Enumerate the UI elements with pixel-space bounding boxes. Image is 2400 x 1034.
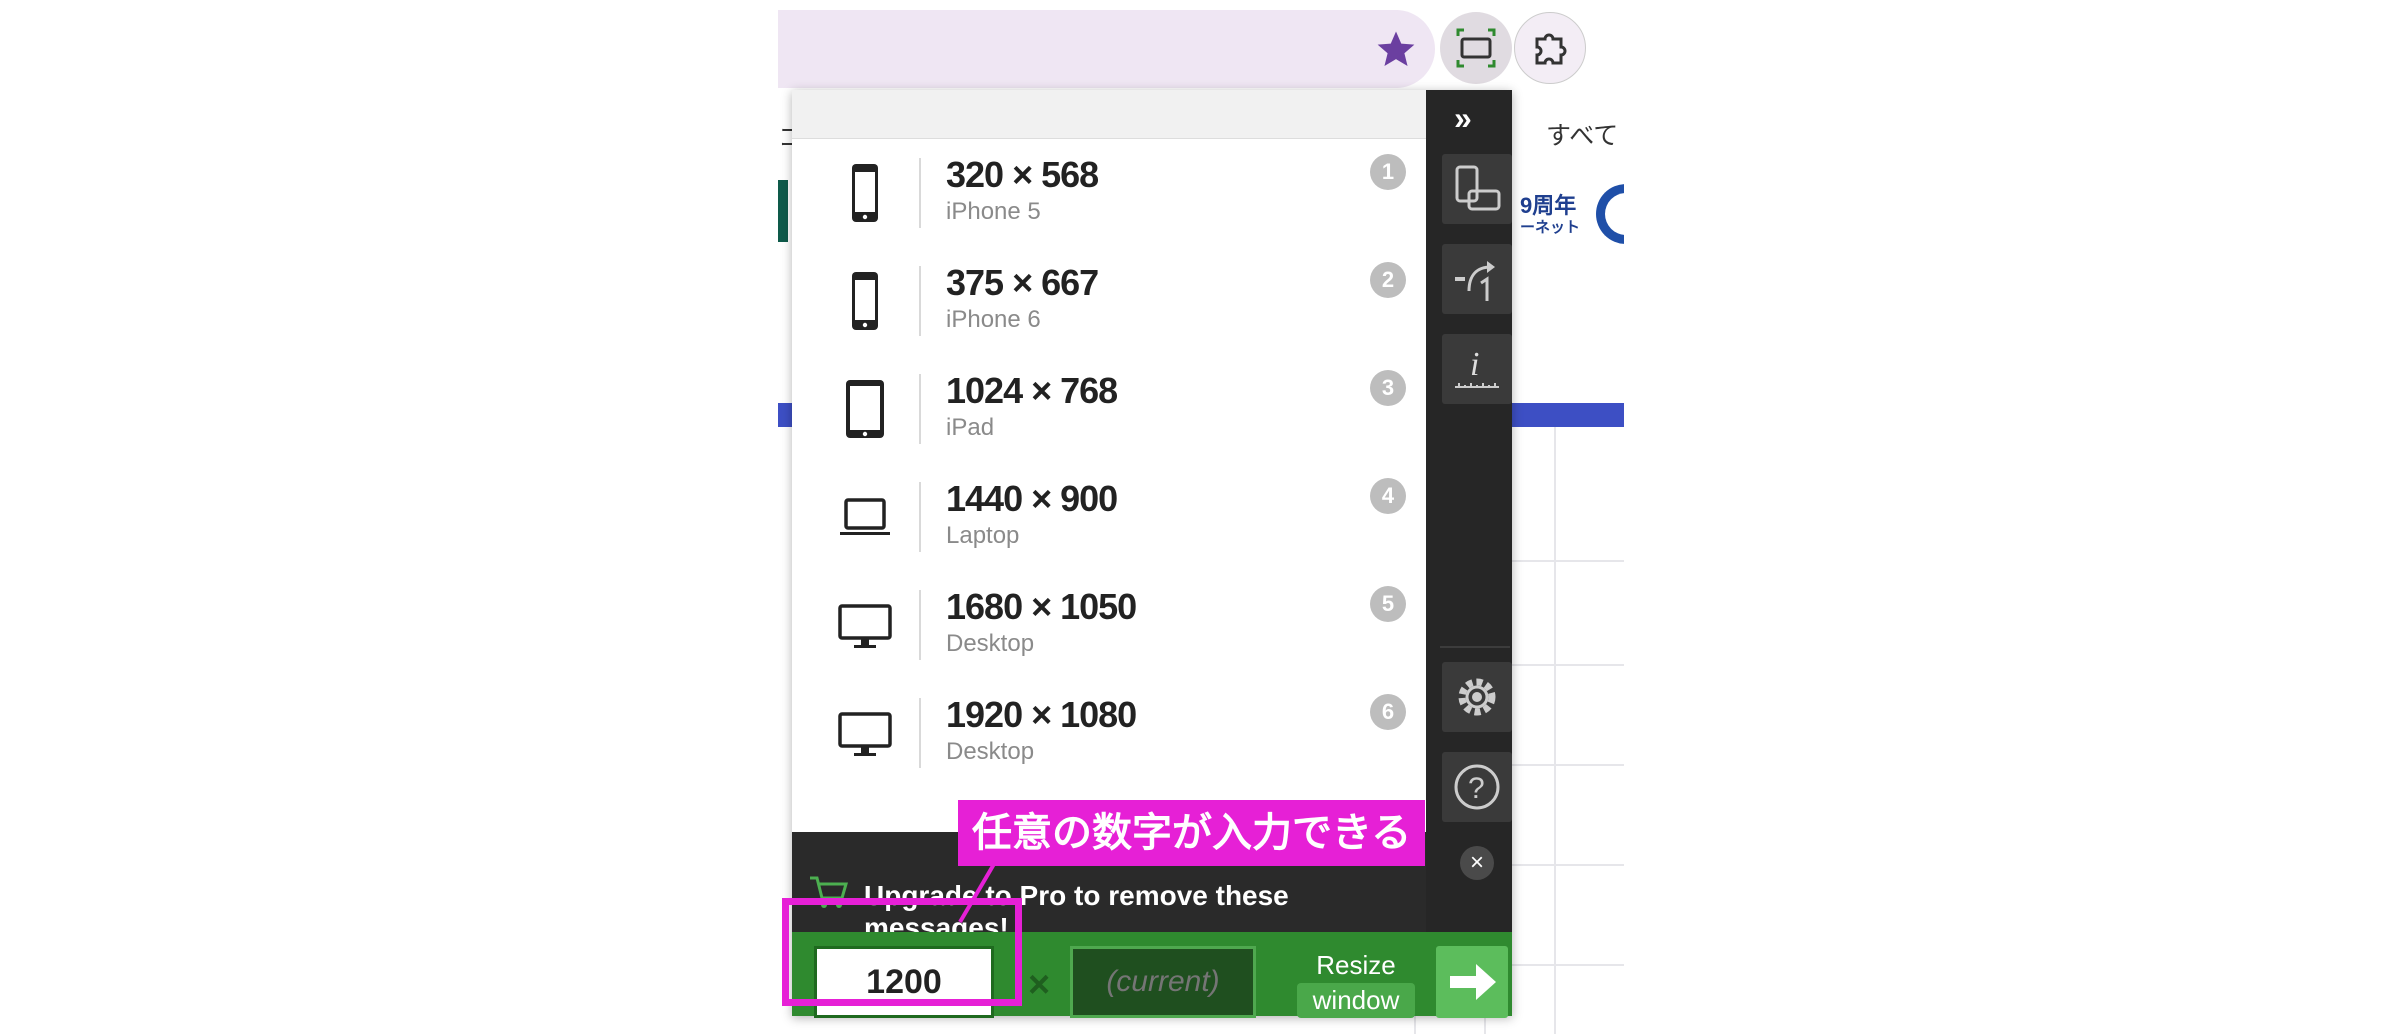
preset-1[interactable]: 320 × 568 iPhone 5 1	[792, 138, 1426, 246]
row-divider	[919, 158, 921, 228]
row-divider	[919, 482, 921, 552]
preset-dimensions: 320 × 568	[946, 154, 1099, 195]
resize-go-button[interactable]	[1436, 946, 1508, 1018]
page-nav-text[interactable]: すべて	[1546, 116, 1618, 152]
close-message-icon[interactable]: ×	[1460, 846, 1494, 880]
anniversary-subtext: ーネット	[1520, 219, 1581, 236]
preset-2[interactable]: 375 × 667 iPhone 6 2	[792, 246, 1426, 354]
row-divider	[919, 374, 921, 444]
browser-viewport: コ すべて 9周年 ーネット 320 × 568 iPhone 5 1 375 …	[778, 0, 1624, 1034]
annotation-callout: 任意の数字が入力できる	[958, 800, 1426, 866]
preset-label: iPhone 5	[946, 198, 1041, 225]
rotate-device-icon	[1455, 165, 1501, 211]
preset-dimensions: 1440 × 900	[946, 478, 1118, 519]
height-input[interactable]	[1070, 946, 1256, 1018]
preset-dimensions: 1680 × 1050	[946, 586, 1137, 627]
monitor-icon	[838, 712, 892, 756]
preset-label: Laptop	[946, 522, 1020, 549]
extensions-button[interactable]	[1514, 12, 1586, 84]
collapse-icon[interactable]: »	[1454, 100, 1472, 137]
row-divider	[919, 266, 921, 336]
laptop-icon	[840, 498, 890, 535]
popup-header	[792, 90, 1426, 139]
preset-6[interactable]: 1920 × 1080 Desktop 6	[792, 678, 1426, 786]
preset-label: Desktop	[946, 738, 1035, 765]
resize-window-icon	[1456, 28, 1496, 68]
star-icon[interactable]	[1375, 28, 1417, 70]
page-banner-fragment	[778, 180, 788, 242]
preset-dimensions: 1024 × 768	[946, 370, 1118, 411]
preset-dimensions: 1920 × 1080	[946, 694, 1137, 735]
preset-3[interactable]: 1024 × 768 iPad 3	[792, 354, 1426, 462]
preset-number-badge: 1	[1370, 154, 1406, 190]
preset-5[interactable]: 1680 × 1050 Desktop 5	[792, 570, 1426, 678]
resize-extension-button[interactable]	[1440, 12, 1512, 84]
svg-text:i: i	[1470, 346, 1479, 383]
phone-icon	[852, 164, 878, 222]
preset-label: iPad	[946, 414, 995, 441]
preset-dimensions: 375 × 667	[946, 262, 1099, 303]
resizer-popup: 320 × 568 iPhone 5 1 375 × 667 iPhone 6 …	[792, 90, 1512, 1018]
phone-icon	[852, 272, 878, 330]
address-bar[interactable]	[778, 10, 1435, 88]
resize-window-label: Resize window	[1294, 950, 1418, 1018]
monitor-icon	[838, 604, 892, 648]
puzzle-icon	[1535, 33, 1567, 65]
tab-shortcut-button[interactable]	[1442, 244, 1512, 314]
preset-number-badge: 5	[1370, 586, 1406, 622]
rotate-viewport-button[interactable]	[1442, 154, 1512, 224]
preset-number-badge: 3	[1370, 370, 1406, 406]
arrow-right-icon	[1450, 964, 1496, 1000]
preset-number-badge: 4	[1370, 478, 1406, 514]
help-button[interactable]: ?	[1442, 752, 1512, 822]
grid-line	[1554, 427, 1556, 1034]
resize-label-line1: Resize	[1316, 950, 1396, 980]
preset-number-badge: 6	[1370, 694, 1406, 730]
popup-sidebar: » i ? ×	[1426, 90, 1512, 932]
tablet-icon	[846, 380, 884, 438]
arrow-one-icon	[1455, 261, 1495, 301]
row-divider	[919, 698, 921, 768]
preset-4[interactable]: 1440 × 900 Laptop 4	[792, 462, 1426, 570]
preset-number-badge: 2	[1370, 262, 1406, 298]
viewport-info-button[interactable]: i	[1442, 334, 1512, 404]
resize-label-line2: window	[1296, 983, 1416, 1018]
annotation-pointer	[958, 864, 996, 924]
help-icon: ?	[1454, 764, 1500, 810]
times-sign: ×	[1028, 964, 1051, 1006]
preset-label: Desktop	[946, 630, 1035, 657]
gear-icon	[1458, 678, 1496, 716]
svg-text:?: ?	[1468, 772, 1485, 805]
row-divider	[919, 590, 921, 660]
company-logo	[1596, 184, 1624, 244]
preset-label: iPhone 6	[946, 306, 1041, 333]
sidebar-divider	[1440, 646, 1510, 648]
settings-button[interactable]	[1442, 662, 1512, 732]
info-ruler-icon: i	[1455, 346, 1499, 388]
